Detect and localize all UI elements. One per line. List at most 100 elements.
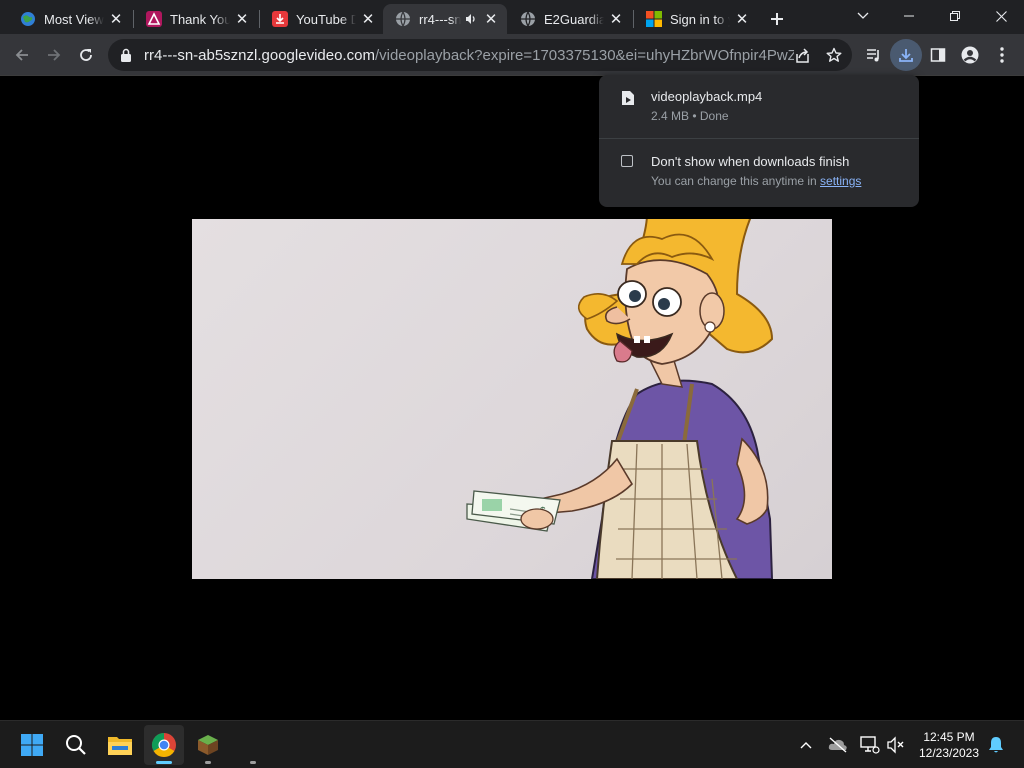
bell-icon	[989, 737, 1003, 753]
volume-muted-icon	[887, 736, 904, 754]
url-path: /videoplayback?expire=1703375130&ei=uhyH…	[374, 46, 794, 64]
clock-date: 12/23/2023	[918, 746, 980, 760]
tab-thank-you[interactable]: Thank You | ✕	[134, 4, 258, 34]
chrome-taskbar-button[interactable]	[144, 725, 184, 765]
search-icon	[66, 735, 86, 755]
side-panel-button[interactable]	[922, 39, 954, 71]
star-icon	[826, 47, 842, 62]
divider	[599, 138, 919, 139]
kebab-menu-icon	[1000, 47, 1004, 63]
cloud-offline-icon	[828, 737, 847, 753]
download-filename: videoplayback.mp4	[651, 89, 763, 104]
close-icon	[995, 10, 1007, 22]
url-host: rr4---sn-ab5sznzl.googlevideo.com	[144, 46, 375, 64]
close-tab-icon[interactable]: ✕	[360, 11, 376, 28]
windows-taskbar: 12:45 PM 12/23/2023	[0, 720, 1024, 768]
restore-icon	[950, 11, 960, 21]
volume-tray-button[interactable]	[884, 733, 908, 757]
tab-title: YouTube Downloader	[296, 11, 356, 27]
running-app-indicator	[250, 761, 256, 764]
tab-title: Most Viewed	[44, 11, 104, 27]
side-panel-icon	[930, 48, 946, 62]
profile-avatar-icon	[961, 46, 979, 64]
grass-block-icon	[198, 735, 218, 755]
taskbar-clock[interactable]: 12:45 PM 12/23/2023	[914, 729, 984, 761]
arrow-right-icon	[48, 49, 61, 61]
speaker-icon[interactable]	[463, 11, 479, 27]
close-tab-icon[interactable]: ✕	[108, 11, 124, 28]
address-bar[interactable]: rr4---sn-ab5sznzl.googlevideo.com/videop…	[108, 39, 852, 71]
tab-e2guardian[interactable]: E2Guardian ✕	[508, 4, 632, 34]
onedrive-tray-button[interactable]	[826, 733, 850, 757]
downloads-bubble: videoplayback.mp4 2.4 MB • Done Don't sh…	[599, 75, 919, 207]
settings-hint: You can change this anytime in settings	[651, 174, 861, 188]
folder-icon	[108, 737, 132, 755]
microsoft-icon	[646, 11, 662, 27]
share-icon	[795, 47, 809, 63]
restore-button[interactable]	[932, 0, 978, 32]
close-tab-icon[interactable]: ✕	[483, 11, 499, 28]
close-tab-icon[interactable]: ✕	[234, 11, 250, 28]
close-window-button[interactable]	[978, 0, 1024, 32]
download-icon	[272, 11, 288, 27]
share-button[interactable]	[786, 39, 818, 71]
video-player[interactable]: $	[192, 219, 832, 579]
cartoon-woman-video-frame: $	[466, 219, 774, 579]
reload-icon	[80, 49, 92, 61]
tab-sign-in[interactable]: Sign in to your account ✕	[634, 4, 758, 34]
tab-strip: Most Viewed ✕ Thank You | ✕ YouTube Down…	[0, 0, 1024, 34]
tab-title: E2Guardian	[544, 11, 604, 27]
download-icon	[899, 49, 913, 62]
profile-button[interactable]	[954, 39, 986, 71]
minimize-button[interactable]	[886, 0, 932, 32]
settings-link[interactable]: settings	[820, 174, 861, 188]
browser-toolbar: rr4---sn-ab5sznzl.googlevideo.com/videop…	[0, 34, 1024, 76]
globe-icon	[395, 11, 411, 27]
video-file-icon	[622, 91, 634, 105]
settings-hint-text: You can change this anytime in	[651, 174, 817, 188]
forward-button[interactable]	[38, 39, 70, 71]
notifications-button[interactable]	[984, 733, 1008, 757]
running-app-indicator	[205, 761, 211, 764]
plus-icon	[771, 13, 783, 25]
back-button[interactable]	[6, 39, 38, 71]
lock-icon[interactable]	[120, 48, 136, 62]
globe-icon	[20, 11, 36, 27]
dont-show-checkbox[interactable]	[621, 155, 633, 167]
active-app-indicator	[156, 761, 172, 764]
downloads-button[interactable]	[890, 39, 922, 71]
tab-googlevideo-active[interactable]: rr4---sn-ab5sznzl ✕	[383, 4, 507, 34]
menu-button[interactable]	[986, 39, 1018, 71]
chevron-up-icon	[800, 742, 812, 749]
clock-time: 12:45 PM	[923, 730, 975, 744]
windows-start-icon	[21, 734, 43, 756]
dont-show-label[interactable]: Don't show when downloads finish	[651, 154, 849, 169]
tab-search-button[interactable]	[840, 0, 886, 32]
taskbar-search-button[interactable]	[56, 725, 96, 765]
chevron-down-icon	[857, 12, 869, 19]
new-tab-button[interactable]	[764, 6, 790, 32]
network-icon	[860, 736, 880, 754]
minimize-icon	[904, 15, 914, 17]
start-button[interactable]	[12, 725, 52, 765]
brand-a-icon	[146, 11, 162, 27]
media-control-button[interactable]	[858, 39, 890, 71]
close-tab-icon[interactable]: ✕	[608, 11, 624, 28]
media-queue-icon	[867, 49, 879, 62]
show-hidden-icons-button[interactable]	[794, 733, 818, 757]
minecraft-taskbar-button[interactable]	[188, 725, 228, 765]
tab-most-viewed[interactable]: Most Viewed ✕	[8, 4, 132, 34]
download-item[interactable]: videoplayback.mp4 2.4 MB • Done	[599, 75, 919, 138]
tab-title: Sign in to your account	[670, 11, 730, 27]
reload-button[interactable]	[70, 39, 102, 71]
file-explorer-button[interactable]	[100, 725, 140, 765]
globe-icon	[520, 11, 536, 27]
close-tab-icon[interactable]: ✕	[734, 11, 750, 28]
download-status: 2.4 MB • Done	[651, 109, 729, 123]
network-tray-button[interactable]	[858, 733, 882, 757]
arrow-left-icon	[15, 49, 28, 61]
url-text[interactable]: rr4---sn-ab5sznzl.googlevideo.com/videop…	[144, 47, 794, 64]
bookmark-button[interactable]	[818, 39, 850, 71]
tab-youtube-downloader[interactable]: YouTube Downloader ✕	[260, 4, 384, 34]
tab-title: Thank You |	[170, 11, 230, 27]
